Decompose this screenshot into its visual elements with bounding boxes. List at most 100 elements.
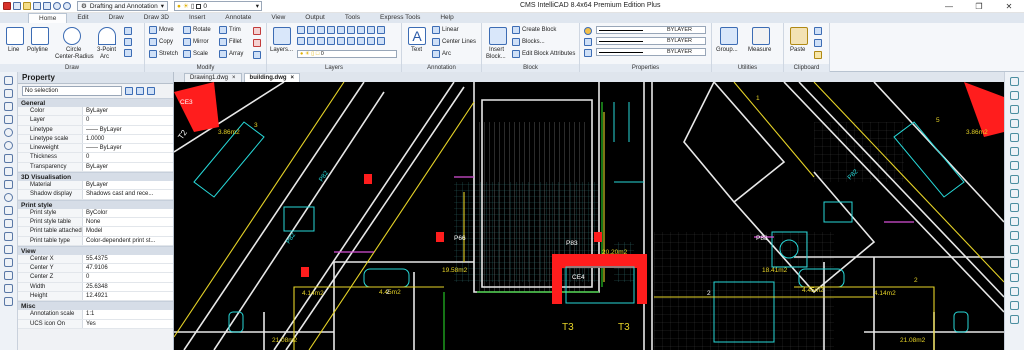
property-value[interactable]: 0: [83, 116, 173, 125]
rectangle-tool-icon[interactable]: [4, 167, 13, 176]
layer-tool-icon[interactable]: [327, 26, 335, 34]
property-value[interactable]: 47.9106: [83, 264, 173, 273]
save-icon[interactable]: [33, 2, 41, 10]
mtext-tool-icon[interactable]: [4, 284, 13, 293]
layer-tool-icon[interactable]: [367, 26, 375, 34]
text-icon[interactable]: A: [408, 27, 426, 45]
region-tool-icon[interactable]: [4, 219, 13, 228]
layers-icon[interactable]: [273, 27, 291, 45]
color-wheel-icon[interactable]: [584, 27, 592, 35]
tab-tools[interactable]: Tools: [335, 13, 370, 23]
layer-dropdown[interactable]: ● ☀ ▯ □ 0: [297, 50, 397, 58]
line-icon[interactable]: [6, 27, 24, 45]
snap-tool-icon[interactable]: [1010, 315, 1019, 324]
circle-tool-icon[interactable]: [4, 128, 13, 137]
property-row[interactable]: Print table attached to Model: [18, 227, 173, 237]
select-objects-icon[interactable]: [136, 87, 144, 95]
layer-tool-icon[interactable]: [357, 37, 365, 45]
layer-tool-icon[interactable]: [337, 37, 345, 45]
property-row[interactable]: Center Y 47.9106: [18, 264, 173, 274]
polyline-button[interactable]: Polyline: [27, 47, 48, 53]
paste-icon[interactable]: [790, 27, 808, 45]
group-icon[interactable]: [720, 27, 738, 45]
explode-icon[interactable]: [253, 39, 261, 47]
property-value[interactable]: 25.6348: [83, 282, 173, 292]
spline-tool-icon[interactable]: [4, 115, 13, 124]
property-value[interactable]: 0: [83, 273, 173, 282]
tab-help[interactable]: Help: [430, 13, 463, 23]
tab-annotate[interactable]: Annotate: [215, 13, 261, 23]
copy-clip-icon[interactable]: [814, 39, 822, 47]
property-value[interactable]: ByLayer: [83, 162, 173, 172]
snap-tool-icon[interactable]: [1010, 161, 1019, 170]
app-menu-icon[interactable]: [3, 2, 11, 10]
layer-tool-icon[interactable]: [367, 37, 375, 45]
property-section-header[interactable]: View: [18, 245, 173, 255]
linetype-icon[interactable]: [584, 38, 592, 46]
property-row[interactable]: Center X 55.4375: [18, 254, 173, 265]
snap-tool-icon[interactable]: [1010, 147, 1019, 156]
property-row[interactable]: Print style table None: [18, 217, 173, 228]
layer-tool-icon[interactable]: [307, 37, 315, 45]
hatch-tool-icon[interactable]: [4, 206, 13, 215]
print-icon[interactable]: [43, 2, 51, 10]
hatch-icon[interactable]: [124, 49, 132, 57]
quick-select-icon[interactable]: [147, 87, 155, 95]
snap-tool-icon[interactable]: [1010, 119, 1019, 128]
property-row[interactable]: Transparency ByLayer: [18, 162, 173, 173]
dimension-tool-icon[interactable]: [4, 297, 13, 306]
property-value[interactable]: —— ByLayer: [83, 125, 173, 134]
polygon-tool-icon[interactable]: [4, 180, 13, 189]
tab-view[interactable]: View: [261, 13, 295, 23]
block-tool-icon[interactable]: [4, 258, 13, 267]
lineweight-dropdown[interactable]: BYLAYER: [596, 48, 706, 56]
property-value[interactable]: None: [83, 217, 173, 227]
snap-tool-icon[interactable]: [1010, 77, 1019, 86]
erase-icon[interactable]: [253, 27, 261, 35]
snap-tool-icon[interactable]: [1010, 273, 1019, 282]
property-value[interactable]: 1:1: [83, 310, 173, 319]
snap-tool-icon[interactable]: [1010, 105, 1019, 114]
property-row[interactable]: Lineweight —— ByLayer: [18, 144, 173, 154]
layer-tool-icon[interactable]: [297, 26, 305, 34]
tab-home[interactable]: Home: [28, 13, 68, 23]
arc-tool-icon[interactable]: [4, 102, 13, 111]
property-value[interactable]: Model: [83, 227, 173, 236]
layer-quick-dropdown[interactable]: ● ☀ ▯ 0 ▾: [174, 1, 263, 11]
redo-icon[interactable]: [63, 2, 71, 10]
tab-insert[interactable]: Insert: [179, 13, 215, 23]
rectangle-icon[interactable]: [124, 38, 132, 46]
property-row[interactable]: Layer 0: [18, 116, 173, 126]
image-tool-icon[interactable]: [4, 245, 13, 254]
offset-icon[interactable]: [253, 51, 261, 59]
table-tool-icon[interactable]: [4, 232, 13, 241]
array-button[interactable]: Array: [219, 50, 243, 58]
doc-tab-drawing1[interactable]: Drawing1.dwg ×: [184, 73, 242, 82]
restore-icon[interactable]: ❐: [964, 0, 994, 13]
snap-tool-icon[interactable]: [1010, 231, 1019, 240]
point-tool-icon[interactable]: [4, 154, 13, 163]
layer-tool-icon[interactable]: [377, 37, 385, 45]
insert-block-icon[interactable]: [489, 27, 507, 45]
stretch-button[interactable]: Stretch: [149, 50, 178, 58]
polyline-icon[interactable]: [31, 27, 49, 45]
center-lines-button[interactable]: Center Lines: [432, 38, 476, 46]
blocks-button[interactable]: Blocks...: [512, 38, 545, 46]
property-section-header[interactable]: Misc: [18, 301, 173, 311]
layer-tool-icon[interactable]: [307, 26, 315, 34]
text-button[interactable]: Text: [411, 47, 422, 53]
linetype-dropdown[interactable]: BYLAYER: [596, 37, 706, 45]
property-row[interactable]: Print table type Color-dependent print st…: [18, 236, 173, 246]
tab-edit[interactable]: Edit: [67, 13, 98, 23]
layer-tool-icon[interactable]: [317, 37, 325, 45]
snap-tool-icon[interactable]: [1010, 203, 1019, 212]
cut-icon[interactable]: [814, 27, 822, 35]
tab-draw-3d[interactable]: Draw 3D: [134, 13, 179, 23]
layer-tool-icon[interactable]: [327, 37, 335, 45]
snap-tool-icon[interactable]: [1010, 287, 1019, 296]
close-icon[interactable]: ×: [291, 74, 295, 82]
property-row[interactable]: Color ByLayer: [18, 107, 173, 117]
snap-tool-icon[interactable]: [1010, 259, 1019, 268]
polygon-icon[interactable]: [124, 27, 132, 35]
trim-button[interactable]: Trim: [219, 26, 241, 34]
